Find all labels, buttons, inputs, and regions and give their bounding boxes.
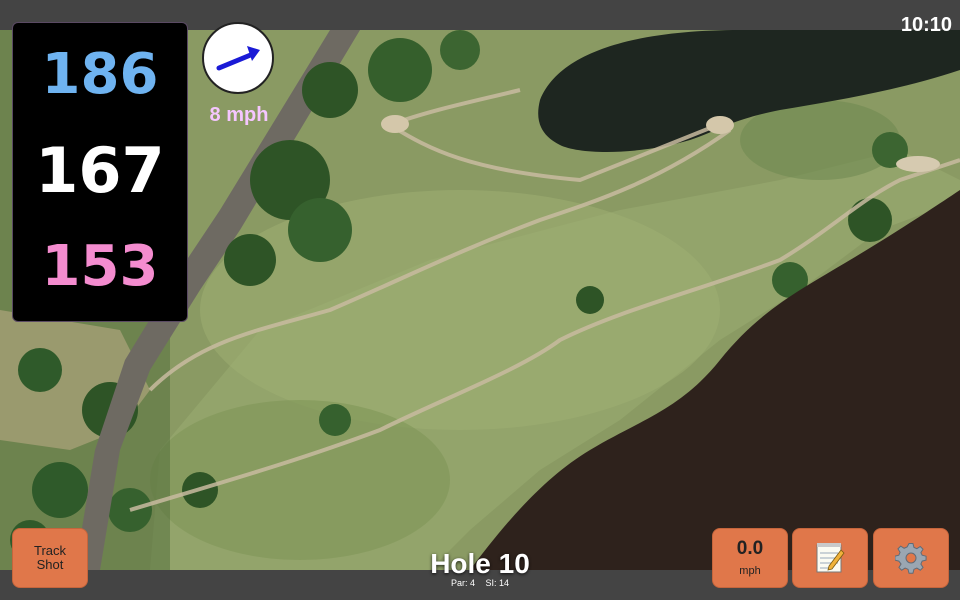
notes-button[interactable] bbox=[792, 528, 868, 588]
speed-display-button[interactable]: 0.0 mph bbox=[712, 528, 788, 588]
center-of-green-distance: 167 bbox=[35, 134, 165, 207]
track-shot-label-line2: Shot bbox=[36, 557, 64, 572]
front-of-green-distance: 153 bbox=[41, 234, 159, 299]
hole-title: Hole 10 bbox=[430, 548, 530, 579]
track-shot-button[interactable]: Track Shot bbox=[12, 528, 88, 588]
status-clock: 10:10 bbox=[900, 14, 952, 36]
yardage-panel: 186 167 153 bbox=[12, 22, 188, 322]
hole-stroke-index: SI: 14 bbox=[485, 578, 510, 588]
back-of-green-distance: 186 bbox=[41, 42, 159, 107]
wind-direction-arrow-icon bbox=[216, 46, 260, 71]
hole-par: Par: 4 bbox=[450, 578, 475, 588]
notepad-icon bbox=[816, 543, 845, 573]
track-shot-label-line1: Track bbox=[33, 543, 67, 558]
hole-info: Par: 4 SI: 14 bbox=[380, 577, 580, 589]
gear-icon bbox=[895, 542, 927, 574]
wind-compass bbox=[202, 22, 274, 94]
speed-value: 0.0 bbox=[736, 538, 764, 559]
settings-button[interactable] bbox=[873, 528, 949, 588]
speed-unit: mph bbox=[739, 565, 761, 577]
wind-speed-label: 8 mph bbox=[209, 104, 269, 126]
